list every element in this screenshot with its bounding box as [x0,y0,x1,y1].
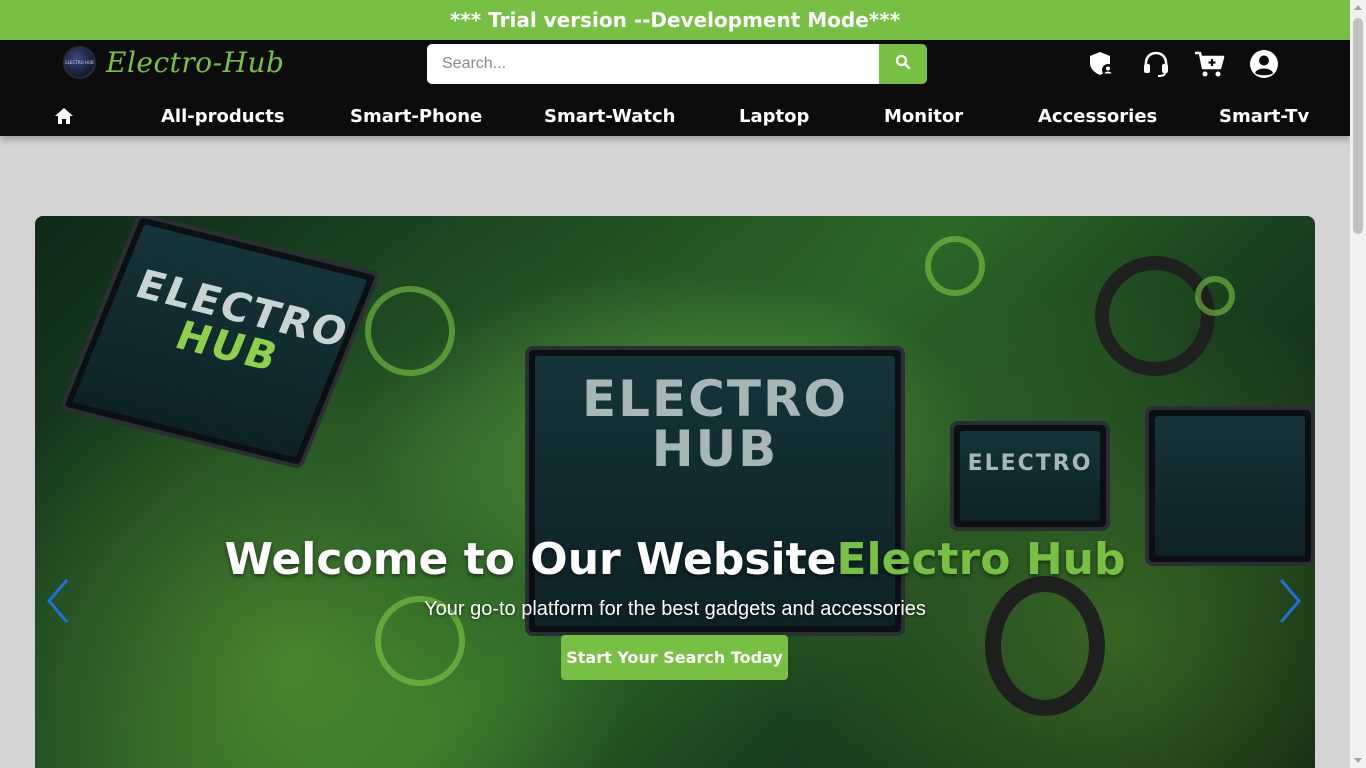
hero-title-main: Welcome to Our Website [224,534,837,585]
nav-smart-tv[interactable]: Smart-Tv [1219,106,1309,127]
site-logo[interactable]: ELECTRO HUB Electro-Hub [63,46,284,79]
nav-accessories[interactable]: Accessories [1038,106,1157,127]
hero-subtitle: Your go-to platform for the best gadgets… [424,598,926,620]
scroll-thumb[interactable] [1353,18,1363,234]
trial-banner: *** Trial version --Development Mode*** [0,0,1350,40]
search-bar [427,44,927,84]
decor-monitor-right: ELECTRO [950,421,1110,531]
search-button[interactable] [879,44,927,84]
nav-all-products[interactable]: All-products [161,106,285,127]
carousel-next-arrow[interactable] [1275,576,1305,626]
search-icon [895,54,911,75]
nav-laptop[interactable]: Laptop [739,106,809,127]
logo-badge-text: ELECTRO HUB [65,60,94,65]
search-input[interactable] [427,44,879,84]
nav-smart-watch[interactable]: Smart-Watch [544,106,675,127]
nav-smart-phone[interactable]: Smart-Phone [350,106,482,127]
hero-carousel: ELECTRO HUB ELECTRO HUB ELECTRO Welcome … [35,216,1315,768]
hero-title-accent: Electro Hub [836,534,1126,585]
shield-user-icon[interactable] [1086,48,1118,80]
decor-ring [925,236,985,296]
center-laptop-brand: ELECTRO HUB [529,374,901,474]
hero-title: Welcome to Our WebsiteElectro Hub [35,534,1315,585]
cart-plus-icon[interactable] [1194,48,1226,80]
home-icon[interactable] [54,107,74,130]
start-search-button[interactable]: Start Your Search Today [561,635,788,680]
decor-ring [1195,276,1235,316]
headset-icon[interactable] [1140,48,1172,80]
decor-laptop-center: ELECTRO HUB [525,346,905,636]
site-header: ELECTRO HUB Electro-Hub All-products Sma… [0,40,1350,136]
decor-watch [1095,256,1215,376]
main-nav: All-products Smart-Phone Smart-Watch Lap… [0,96,1350,136]
user-circle-icon[interactable] [1248,48,1280,80]
decor-laptop-left: ELECTRO HUB [58,216,382,470]
right-monitor-brand: ELECTRO [967,451,1093,476]
logo-badge: ELECTRO HUB [63,46,96,79]
header-icons [1086,48,1280,80]
nav-monitor[interactable]: Monitor [884,106,963,127]
decor-watch [985,576,1105,716]
center-laptop-brand-line2: HUB [651,420,779,478]
decor-ring [365,286,455,376]
scroll-up-arrow[interactable] [1354,5,1362,10]
carousel-prev-arrow[interactable] [43,576,73,626]
logo-text: Electro-Hub [106,46,285,79]
scroll-down-arrow[interactable] [1354,758,1362,763]
page-scrollbar[interactable] [1350,0,1366,768]
